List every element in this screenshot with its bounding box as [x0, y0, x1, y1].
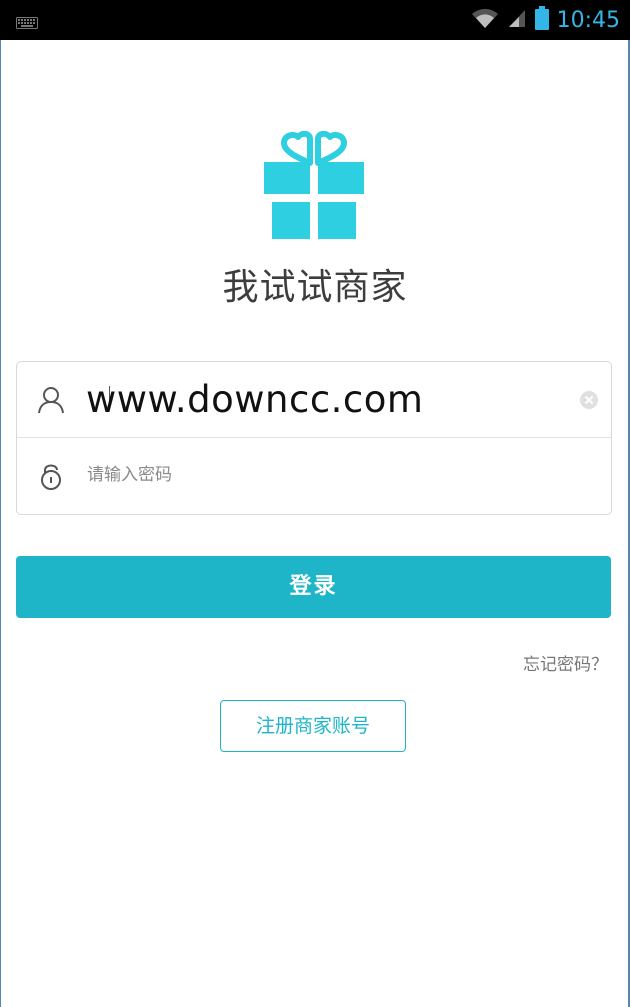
- window-frame-left: [0, 40, 1, 1007]
- battery-icon: [534, 6, 549, 34]
- keyboard-icon: [16, 14, 38, 33]
- lock-icon: [37, 462, 65, 494]
- forgot-password-link[interactable]: 忘记密码？: [523, 650, 608, 675]
- app-title: 我试试商家: [222, 267, 408, 308]
- login-button[interactable]: 登录: [16, 556, 611, 618]
- user-icon: [37, 386, 65, 418]
- wifi-icon: [471, 7, 499, 33]
- password-field[interactable]: 请输入密码: [17, 438, 611, 513]
- password-input[interactable]: 请输入密码: [87, 438, 172, 513]
- watermark-text: www.downcc.com: [86, 378, 424, 421]
- gift-box-icon: [262, 130, 366, 245]
- signal-icon: [507, 7, 527, 33]
- clock-time: 10:45: [556, 7, 620, 33]
- register-button[interactable]: 注册商家账号: [220, 700, 406, 752]
- status-bar: 10:45: [0, 0, 630, 40]
- clear-icon[interactable]: [579, 390, 599, 414]
